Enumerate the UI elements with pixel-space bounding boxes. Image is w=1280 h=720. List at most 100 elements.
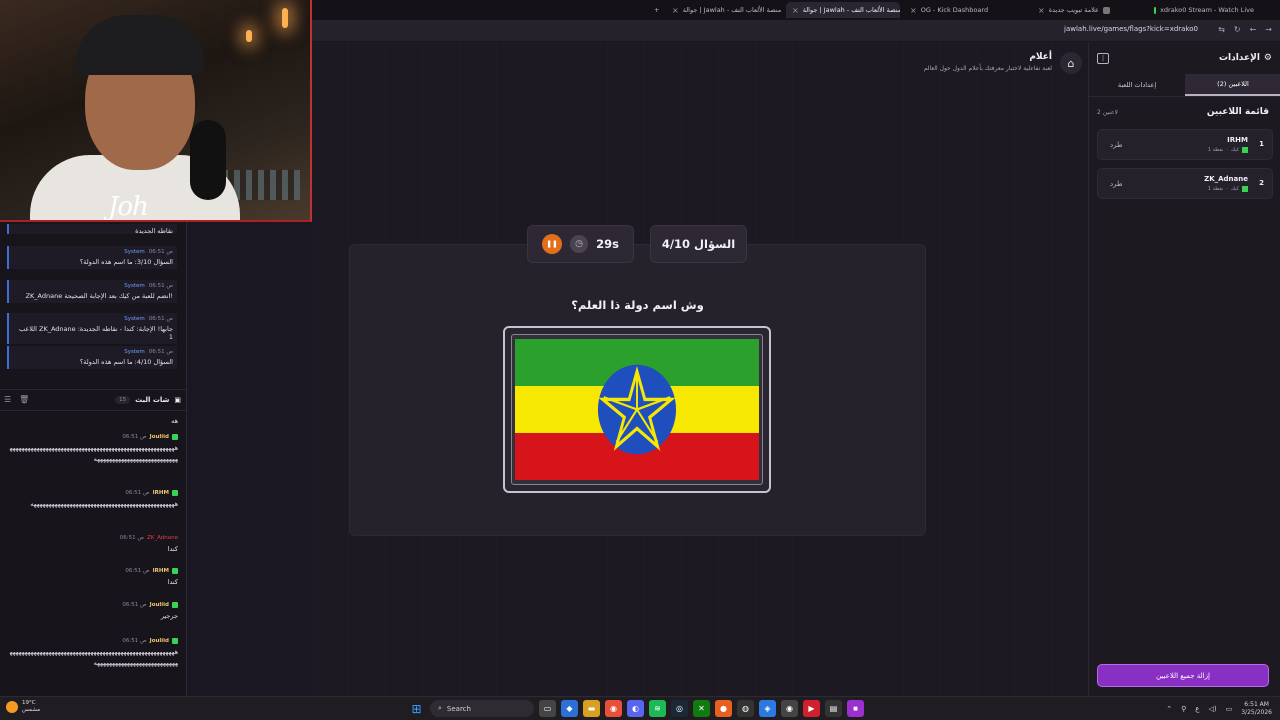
timer-box: ❚❚ ◷ 29s: [527, 225, 634, 263]
back-icon[interactable]: ←: [1250, 25, 1257, 34]
settings-sliders-icon[interactable]: ⇆: [1218, 25, 1225, 34]
chat-message: 06:51 ص ZK_Adnane كندا: [119, 535, 178, 553]
app-icon[interactable]: ◈: [759, 700, 776, 717]
browser-tab-jawlah[interactable]: × جوالة | Jawlah - منصة الألعاب التف: [666, 2, 782, 18]
player-row: 1 IRHM 1 نقطة · كيك طرد: [1097, 129, 1273, 160]
system-message: System 06:51 ص السؤال 4/10: ما اسم هذه ال…: [7, 346, 177, 369]
tab-players[interactable]: اللاعبين (2): [1185, 74, 1280, 96]
search-icon: ⌕: [438, 704, 442, 712]
plus-icon: +: [654, 6, 660, 14]
system-tray: ⌃ ⚲ ع ◁) ▭ 6:51 AM 3/25/2026: [1166, 701, 1272, 717]
settings-title: الإعدادات ⚙: [1218, 53, 1272, 63]
game-title: أعلام: [1029, 52, 1052, 62]
microphone-icon[interactable]: ⚲: [1181, 705, 1186, 713]
flag-frame: [503, 326, 771, 493]
webcam-overlay: Joh: [0, 0, 312, 222]
chat-message: 06:51 ص Jouliid ههههههههههههههههههههههههه…: [9, 638, 178, 667]
pause-button[interactable]: ❚❚: [542, 234, 563, 254]
stream-logo: Joh: [108, 192, 149, 222]
chat-count-badge: 15: [115, 396, 131, 404]
globe-icon: [1102, 6, 1110, 14]
system-message: System 06:51 ص اللاعب ZK_Adnane جابها! ال…: [7, 313, 177, 344]
taskbar: 19°C مشمس ⊞ ⌕ Search ▭ ◆ ▬ ◉ ◐ ≋ ◎ ✕ ● ◍ ◈…: [0, 696, 1280, 720]
forward-icon[interactable]: →: [1265, 25, 1272, 34]
chat-title: شات البث: [135, 396, 170, 404]
kick-player-button[interactable]: طرد: [1110, 180, 1123, 188]
app-purple-icon[interactable]: ■: [847, 700, 864, 717]
kick-icon: [172, 602, 178, 608]
obs-icon[interactable]: ◍: [737, 700, 754, 717]
close-icon[interactable]: ×: [1038, 6, 1045, 15]
clock-icon: ◷: [570, 235, 589, 253]
system-message: نقاطه الجديدة: [7, 224, 177, 235]
chat-header: ☰ 🗑 15 شات البث ▣: [0, 389, 187, 411]
discord-icon[interactable]: ◐: [627, 700, 644, 717]
chat-message: 06:51 ص Jouliid جرجير: [122, 602, 178, 620]
browser-tab-new[interactable]: × علامة تبويب جديدة: [1032, 2, 1144, 18]
sun-icon: [6, 701, 18, 713]
kick-icon: [1154, 6, 1157, 14]
language-indicator[interactable]: ع: [1195, 705, 1199, 713]
question-text: وش اسم دولة ذا العلم؟: [571, 298, 704, 312]
kick-icon: [172, 638, 178, 644]
question-counter: السؤال 4/10: [650, 225, 747, 263]
kick-player-button[interactable]: طرد: [1110, 141, 1123, 149]
steam-icon[interactable]: ◎: [671, 700, 688, 717]
stream-chat-panel: نقاطه الجديدة System 06:51 ص السؤال 3/10:…: [0, 222, 187, 696]
chat-bubble-icon: ▣: [174, 396, 181, 404]
browser-tab-jawlah-active[interactable]: × جوالة | Jawlah - منصة الألعاب التف: [786, 2, 900, 18]
kick-icon: [172, 490, 178, 496]
streamer-image: [30, 10, 240, 220]
url-text[interactable]: jawlah.live/games/flags?kick=xdrako0: [1064, 25, 1198, 33]
home-button[interactable]: ⌂: [1060, 52, 1082, 74]
chrome-alt-icon[interactable]: ◉: [781, 700, 798, 717]
timer-value: 29s: [596, 237, 619, 251]
game-area: أعلام لعبة تفاعلية لاختبار معرفتك بأعلام…: [312, 42, 1088, 696]
close-icon[interactable]: ×: [792, 6, 799, 15]
kick-icon: [172, 434, 178, 440]
new-tab-button[interactable]: +: [648, 2, 664, 18]
browser-tab-kick-stream[interactable]: xdrako0 Stream - Watch Live: [1148, 2, 1260, 18]
spotify-icon[interactable]: ≋: [649, 700, 666, 717]
collapse-sidebar-icon[interactable]: |: [1097, 53, 1109, 64]
kick-icon: [1242, 186, 1248, 192]
task-view-icon[interactable]: ▭: [539, 700, 556, 717]
browser-tab-kick-dashboard[interactable]: × OG - Kick Dashboard: [904, 2, 1024, 18]
close-icon[interactable]: ×: [672, 6, 679, 15]
clock[interactable]: 6:51 AM 3/25/2026: [1241, 701, 1272, 717]
remove-all-players-button[interactable]: إزالة جميع اللاعبين: [1097, 664, 1269, 687]
file-explorer-icon[interactable]: ▬: [583, 700, 600, 717]
home-icon: ⌂: [1067, 56, 1075, 70]
chat-message: هه: [171, 417, 178, 425]
reload-icon[interactable]: ↻: [1234, 25, 1241, 34]
chat-message: 06:51 ص IRHM هههههههههههههههههههههههههههه…: [30, 490, 178, 508]
browser-icon[interactable]: ●: [715, 700, 732, 717]
sidebar-tabs: إعدادات اللعبة اللاعبين (2): [1089, 74, 1280, 97]
players-count: 2 لاعبين: [1097, 109, 1118, 116]
list-icon[interactable]: ☰: [4, 395, 11, 404]
player-row: 2 ZK_Adnane 1 نقطة · كيك طرد: [1097, 168, 1273, 199]
chat-message: 06:51 ص Jouliid ههههههههههههههههههههههههه…: [9, 434, 178, 463]
taskbar-search[interactable]: ⌕ Search: [430, 700, 534, 717]
media-icon[interactable]: ▶: [803, 700, 820, 717]
game-header: أعلام لعبة تفاعلية لاختبار معرفتك بأعلام…: [924, 52, 1052, 72]
chat-message: 06:51 ص IRHM كندا: [125, 568, 178, 586]
chevron-up-icon[interactable]: ⌃: [1166, 705, 1172, 713]
trash-icon[interactable]: 🗑: [19, 395, 29, 404]
windows-start-icon[interactable]: ⊞: [408, 700, 425, 717]
system-message: System 06:51 ص السؤال 3/10: ما اسم هذه ال…: [7, 246, 177, 269]
xbox-icon[interactable]: ✕: [693, 700, 710, 717]
copilot-icon[interactable]: ◆: [561, 700, 578, 717]
ethiopia-flag-image: [515, 339, 759, 480]
close-icon[interactable]: ×: [910, 6, 917, 15]
kick-icon: [172, 568, 178, 574]
terminal-icon[interactable]: ▤: [825, 700, 842, 717]
players-heading: قائمة اللاعبين: [1206, 107, 1269, 117]
tab-game-settings[interactable]: إعدادات اللعبة: [1089, 74, 1185, 96]
network-icon[interactable]: ▭: [1226, 705, 1233, 713]
weather-widget[interactable]: 19°C مشمس: [6, 700, 40, 714]
chrome-icon[interactable]: ◉: [605, 700, 622, 717]
settings-sidebar: | الإعدادات ⚙ إعدادات اللعبة اللاعبين (2…: [1088, 42, 1280, 696]
gear-icon: ⚙: [1263, 53, 1272, 63]
volume-icon[interactable]: ◁): [1208, 705, 1216, 713]
